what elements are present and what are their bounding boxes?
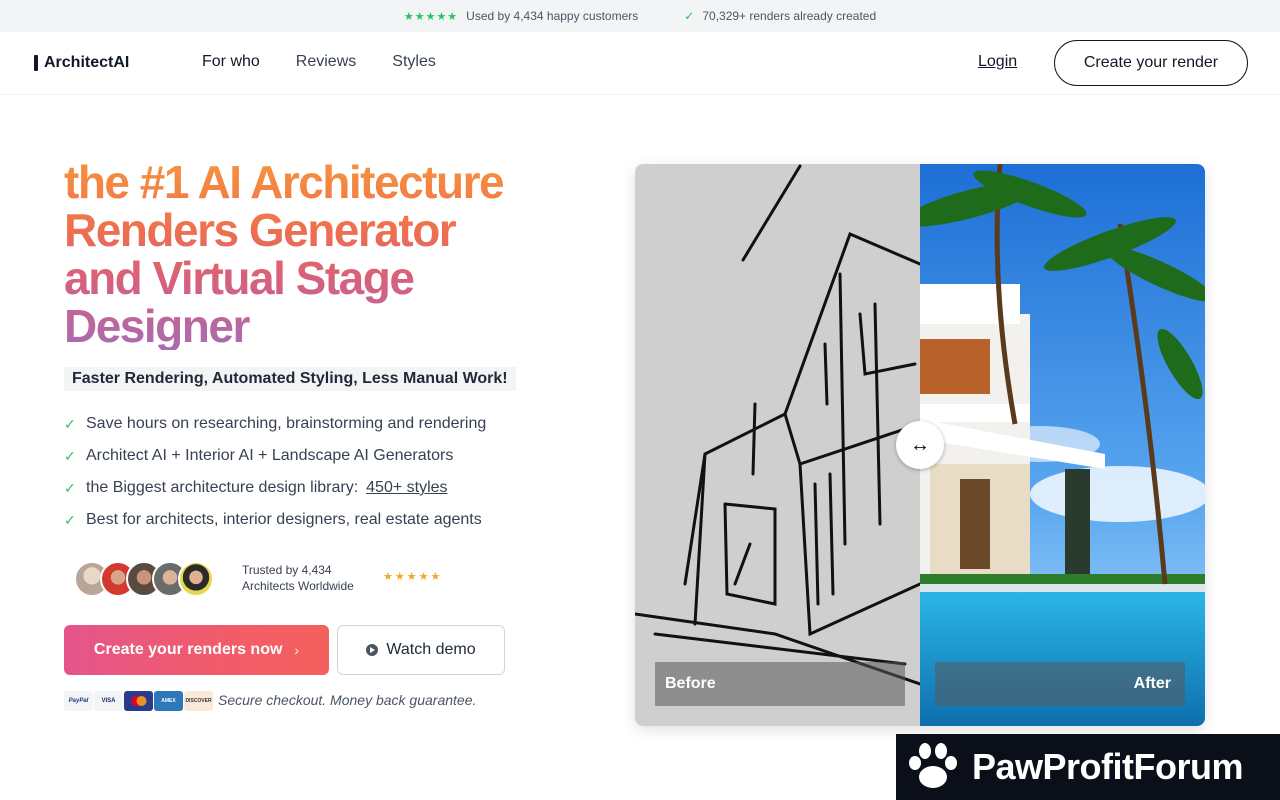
slider-handle-icon[interactable]: ↔ xyxy=(896,421,944,469)
feature-item: ✓ Architect AI + Interior AI + Landscape… xyxy=(64,440,486,472)
check-icon: ✓ xyxy=(64,415,76,432)
hero-headline: the #1 AI Architecture Renders Generator… xyxy=(64,158,584,350)
feature-item: ✓ Save hours on researching, brainstormi… xyxy=(64,408,486,440)
trust-text: Trusted by 4,434 Architects Worldwide xyxy=(242,562,354,594)
visa-icon: VISA xyxy=(94,691,123,711)
paypal-icon: PayPal xyxy=(64,691,93,711)
main-navigation: ArchitectAI For who Reviews Styles Login… xyxy=(0,32,1280,95)
watermark-text: PawProfitForum xyxy=(972,746,1244,787)
after-label: After xyxy=(935,662,1185,706)
check-icon: ✓ xyxy=(684,9,695,23)
play-icon xyxy=(366,644,379,656)
check-icon: ✓ xyxy=(64,511,76,528)
trust-line-1: Trusted by 4,434 xyxy=(242,563,332,577)
feature-text: Save hours on researching, brainstorming… xyxy=(86,415,487,432)
chevron-right-icon: › xyxy=(294,642,300,658)
nav-links: For who Reviews Styles xyxy=(202,53,436,71)
mastercard-icon xyxy=(124,691,153,711)
check-icon: ✓ xyxy=(64,479,76,496)
feature-text: Best for architects, interior designers,… xyxy=(86,511,482,528)
renders-text: 70,329+ renders already created xyxy=(702,9,877,23)
rating-stars-icon: ★★★★★ xyxy=(383,571,443,583)
after-render-image xyxy=(920,164,1205,726)
feature-text: the Biggest architecture design library: xyxy=(86,479,359,496)
feature-text: Architect AI + Interior AI + Landscape A… xyxy=(86,447,454,464)
feature-list: ✓ Save hours on researching, brainstormi… xyxy=(64,408,486,536)
watch-demo-button[interactable]: Watch demo xyxy=(337,625,505,675)
customers-stat: ★★★★★ Used by 4,434 happy customers xyxy=(404,9,638,23)
headline-line-3: and Virtual Stage xyxy=(64,252,414,304)
primary-button-label: Create your renders now xyxy=(93,641,283,658)
green-stars-icon: ★★★★★ xyxy=(403,10,459,23)
secondary-button-label: Watch demo xyxy=(386,641,476,658)
nav-link-reviews[interactable]: Reviews xyxy=(296,53,356,71)
customers-text: Used by 4,434 happy customers xyxy=(466,9,639,23)
logo-mark-icon xyxy=(34,55,38,71)
hero-tagline: Faster Rendering, Automated Styling, Les… xyxy=(64,367,516,391)
headline-line-4: Designer xyxy=(64,300,249,352)
headline-line-1: the #1 AI Architecture xyxy=(64,156,504,208)
styles-link[interactable]: 450+ styles xyxy=(366,479,447,497)
avatar xyxy=(178,561,214,597)
renders-stat: ✓ 70,329+ renders already created xyxy=(684,9,876,23)
feature-item: ✓ Best for architects, interior designer… xyxy=(64,504,486,536)
feature-item: ✓ the Biggest architecture design librar… xyxy=(64,472,486,504)
logo-text: ArchitectAI xyxy=(44,54,130,71)
watermark-banner: PawProfitForum xyxy=(896,734,1280,800)
before-after-slider[interactable]: Before After ↔ xyxy=(635,164,1205,726)
secure-checkout-text: Secure checkout. Money back guarantee. xyxy=(218,692,477,708)
announcement-bar: ★★★★★ Used by 4,434 happy customers ✓ 70… xyxy=(0,0,1280,32)
headline-line-2: Renders Generator xyxy=(64,204,456,256)
trust-line-2: Architects Worldwide xyxy=(242,579,354,593)
logo[interactable]: ArchitectAI xyxy=(34,54,129,72)
paw-icon xyxy=(909,743,957,788)
nav-link-for-who[interactable]: For who xyxy=(202,53,260,71)
customer-avatars xyxy=(74,561,214,597)
login-link[interactable]: Login xyxy=(978,53,1017,71)
amex-icon: AMEX xyxy=(154,691,183,711)
before-sketch-image xyxy=(635,164,922,726)
check-icon: ✓ xyxy=(64,447,76,464)
payment-methods: PayPal VISA AMEX DISCOVER xyxy=(64,691,213,711)
before-label: Before xyxy=(655,662,905,706)
nav-link-styles[interactable]: Styles xyxy=(392,53,436,71)
create-render-button[interactable]: Create your render xyxy=(1054,40,1248,86)
create-renders-now-button[interactable]: Create your renders now › xyxy=(64,625,329,675)
discover-icon: DISCOVER xyxy=(184,691,213,711)
